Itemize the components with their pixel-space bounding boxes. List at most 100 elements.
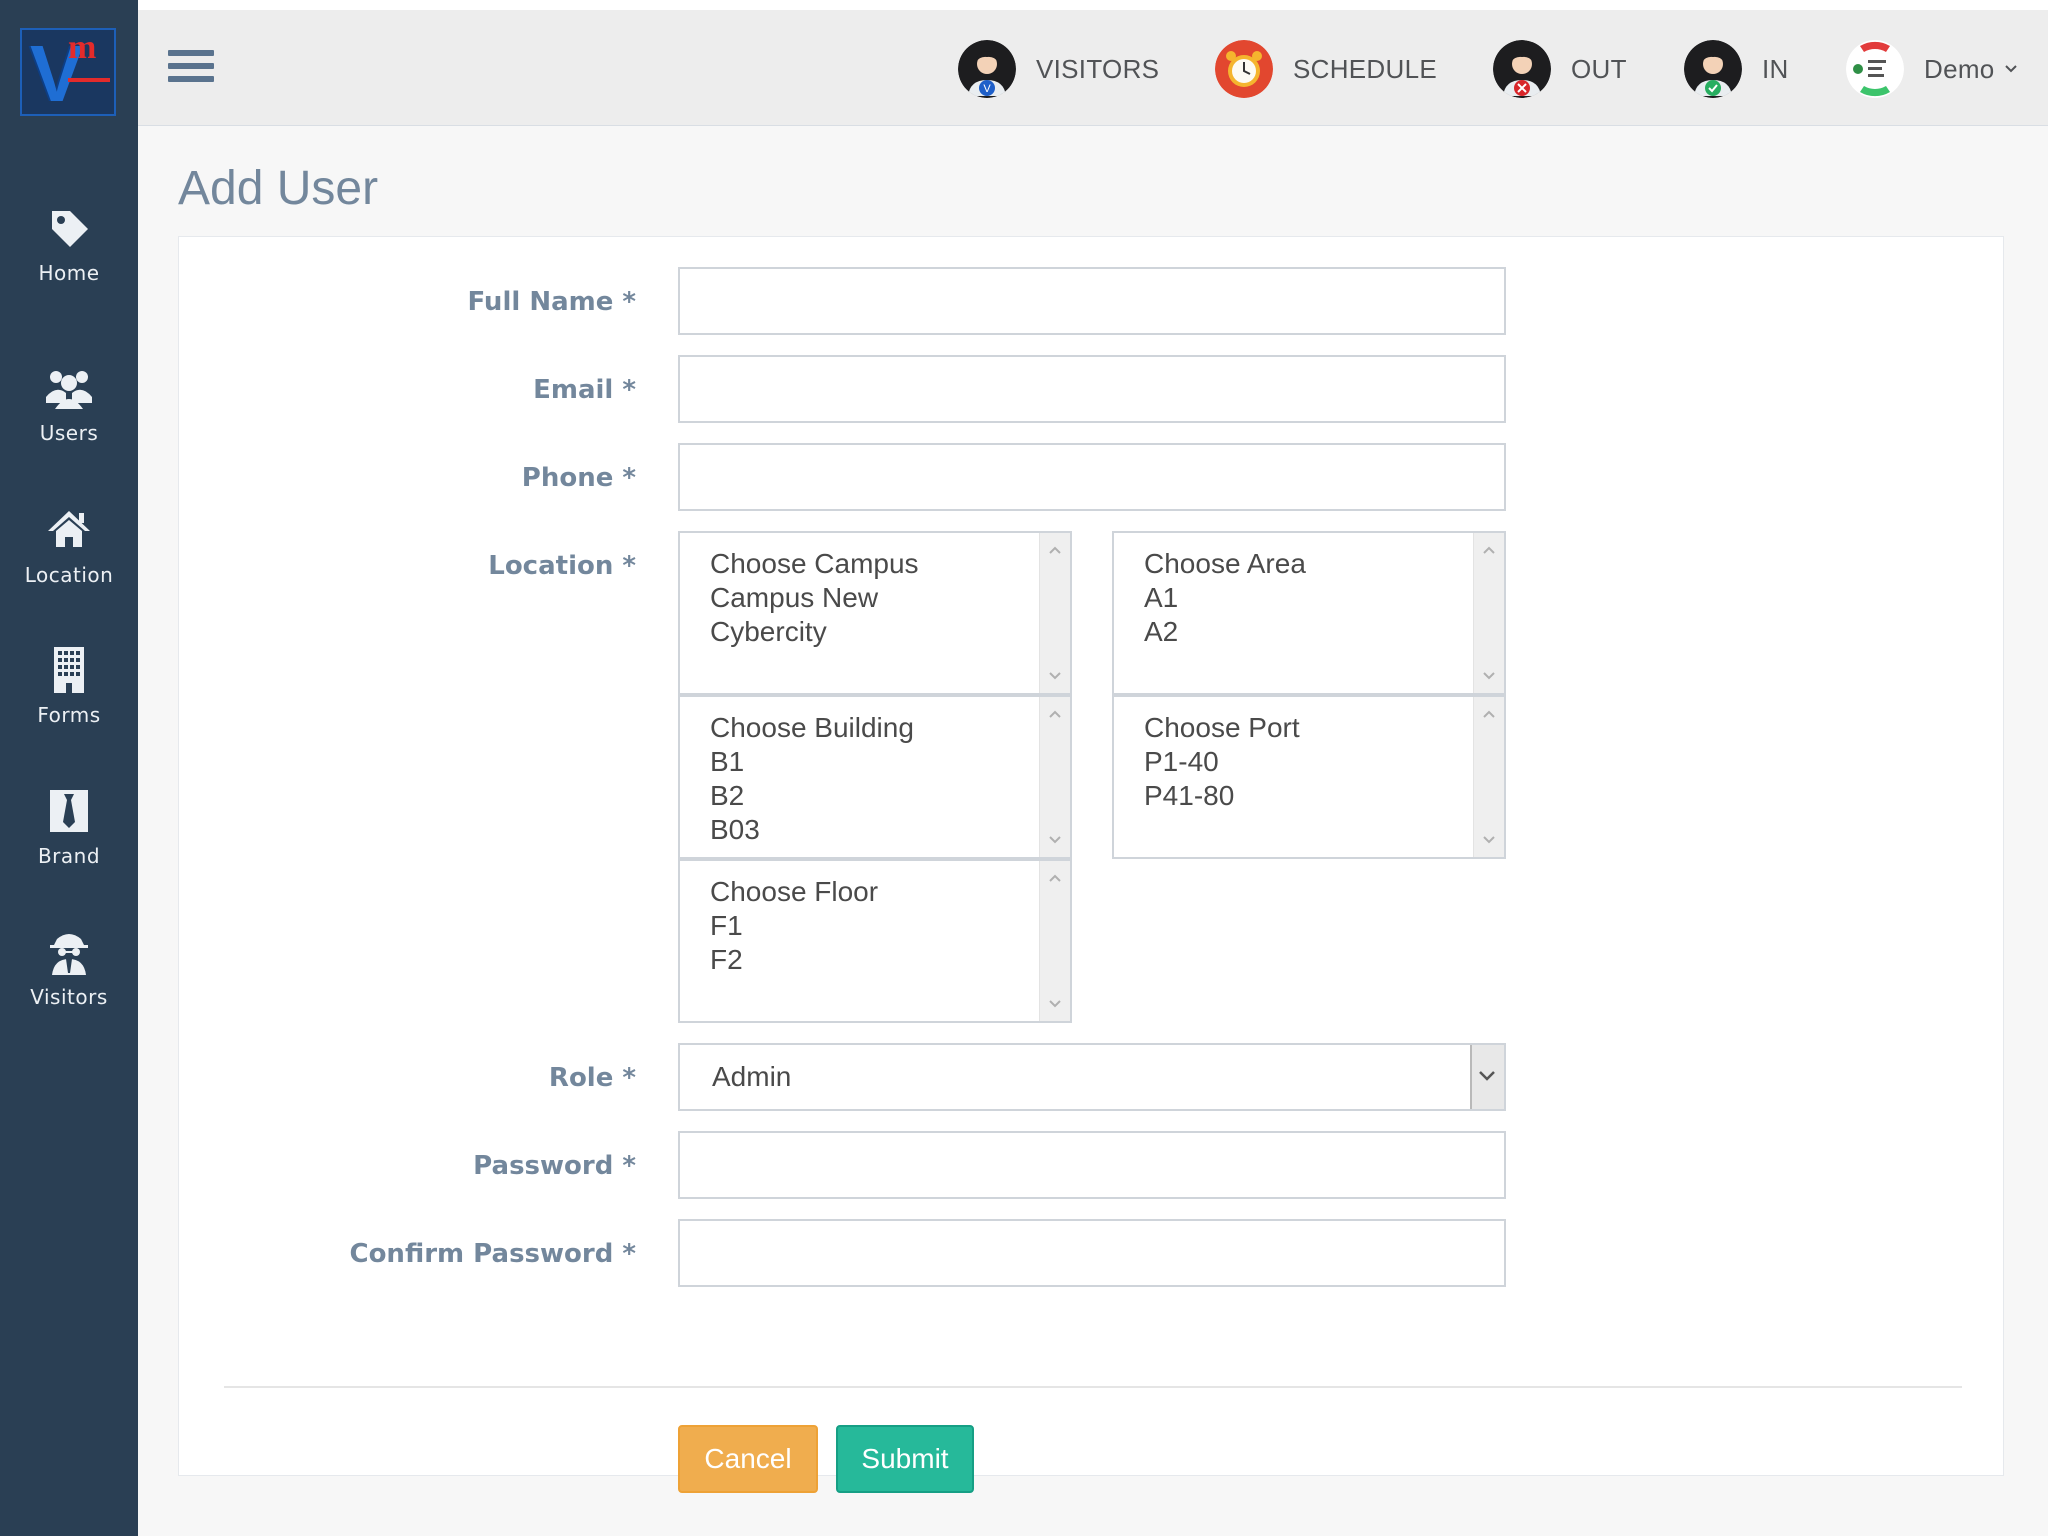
full-name-label: Full Name * bbox=[467, 287, 636, 317]
listbox-scrollbar[interactable] bbox=[1039, 533, 1070, 693]
scroll-down-icon[interactable] bbox=[1482, 835, 1496, 845]
page-title: Add User bbox=[178, 162, 379, 215]
listbox-scrollbar[interactable] bbox=[1039, 697, 1070, 857]
logo-superscript: m bbox=[68, 29, 97, 66]
port-listbox[interactable]: Choose Port P1-40 P41-80 bbox=[1112, 695, 1506, 859]
topnav-label: IN bbox=[1762, 53, 1789, 84]
topnav-label: OUT bbox=[1571, 53, 1627, 84]
topnav-in[interactable]: IN bbox=[1684, 38, 1789, 100]
user-profile-menu[interactable]: Demo bbox=[1846, 38, 2019, 100]
sidebar-item-brand[interactable]: Brand bbox=[0, 786, 138, 906]
sidebar-item-label: Location bbox=[24, 563, 114, 587]
list-option[interactable]: P1-40 bbox=[1144, 745, 1300, 779]
topnav-visitors[interactable]: V VISITORS bbox=[958, 38, 1159, 100]
phone-label: Phone * bbox=[521, 463, 636, 493]
listbox-scrollbar[interactable] bbox=[1473, 533, 1504, 693]
list-option[interactable]: B03 bbox=[710, 813, 914, 847]
form-divider bbox=[224, 1386, 1962, 1388]
sidebar-item-location[interactable]: Location bbox=[0, 505, 138, 625]
scroll-down-icon[interactable] bbox=[1482, 671, 1496, 681]
listbox-scrollbar[interactable] bbox=[1039, 861, 1070, 1021]
scroll-up-icon[interactable] bbox=[1482, 545, 1496, 555]
building-listbox[interactable]: Choose Building B1 B2 B03 bbox=[678, 695, 1072, 859]
checkin-avatar-icon bbox=[1684, 40, 1742, 98]
campus-listbox[interactable]: Choose Campus Campus New Cybercity bbox=[678, 531, 1072, 695]
tag-icon bbox=[52, 211, 88, 247]
list-option[interactable]: A1 bbox=[1144, 581, 1306, 615]
list-option[interactable]: F2 bbox=[710, 943, 878, 977]
chevron-down-icon bbox=[1479, 1071, 1495, 1081]
list-option[interactable]: Cybercity bbox=[710, 615, 919, 649]
sidebar-item-users[interactable]: Users bbox=[0, 363, 138, 483]
list-option[interactable]: Choose Campus bbox=[710, 547, 919, 581]
sidebar-item-forms[interactable]: Forms bbox=[0, 645, 138, 765]
alarm-clock-icon bbox=[1215, 40, 1273, 98]
checkout-avatar-icon bbox=[1493, 40, 1551, 98]
list-option[interactable]: P41-80 bbox=[1144, 779, 1300, 813]
list-option[interactable]: A2 bbox=[1144, 615, 1306, 649]
email-label: Email * bbox=[533, 375, 636, 405]
topnav-out[interactable]: OUT bbox=[1493, 38, 1627, 100]
tie-icon bbox=[50, 790, 88, 832]
listbox-scrollbar[interactable] bbox=[1473, 697, 1504, 857]
topnav-label: VISITORS bbox=[1036, 53, 1160, 84]
scroll-up-icon[interactable] bbox=[1048, 545, 1062, 555]
area-listbox[interactable]: Choose Area A1 A2 bbox=[1112, 531, 1506, 695]
svg-text:V: V bbox=[983, 83, 991, 95]
list-option[interactable]: Choose Port bbox=[1144, 711, 1300, 745]
phone-field[interactable] bbox=[678, 443, 1506, 511]
add-user-form-panel: Full Name * Email * Phone * Location * C… bbox=[178, 236, 2004, 1493]
list-option[interactable]: Campus New bbox=[710, 581, 919, 615]
list-option[interactable]: Choose Area bbox=[1144, 547, 1306, 581]
list-option[interactable]: Choose Building bbox=[710, 711, 914, 745]
scroll-up-icon[interactable] bbox=[1048, 873, 1062, 883]
role-select[interactable]: Admin bbox=[678, 1043, 1506, 1111]
floor-listbox[interactable]: Choose Floor F1 F2 bbox=[678, 859, 1072, 1023]
role-label: Role * bbox=[548, 1063, 636, 1093]
password-field[interactable] bbox=[678, 1131, 1506, 1199]
spy-icon bbox=[50, 934, 88, 975]
list-option[interactable]: B2 bbox=[710, 779, 914, 813]
confirm-password-label: Confirm Password * bbox=[349, 1239, 636, 1269]
users-icon bbox=[46, 371, 92, 409]
sidebar-item-label: Brand bbox=[37, 844, 101, 868]
list-option[interactable]: B1 bbox=[710, 745, 914, 779]
main-content: Add User Full Name * Email * Phone * Loc… bbox=[138, 126, 2048, 1536]
list-option[interactable]: Choose Floor bbox=[710, 875, 878, 909]
scroll-up-icon[interactable] bbox=[1048, 709, 1062, 719]
topnav-label: SCHEDULE bbox=[1293, 53, 1437, 84]
sidebar-item-label: Users bbox=[39, 421, 99, 445]
scroll-down-icon[interactable] bbox=[1048, 835, 1062, 845]
scroll-down-icon[interactable] bbox=[1048, 999, 1062, 1009]
visitor-avatar-icon: V bbox=[958, 40, 1016, 98]
list-option[interactable]: F1 bbox=[710, 909, 878, 943]
sidebar-item-home[interactable]: Home bbox=[0, 203, 138, 323]
confirm-password-field[interactable] bbox=[678, 1219, 1506, 1287]
scroll-down-icon[interactable] bbox=[1048, 671, 1062, 681]
submit-button[interactable]: Submit bbox=[836, 1425, 974, 1493]
full-name-field[interactable] bbox=[678, 267, 1506, 335]
sidebar-item-label: Home bbox=[38, 261, 100, 285]
top-navbar: V VISITORS SCHEDULE OUT IN Demo bbox=[138, 10, 2048, 126]
chevron-down-icon bbox=[2004, 65, 2017, 73]
password-label: Password * bbox=[473, 1151, 636, 1181]
topnav-schedule[interactable]: SCHEDULE bbox=[1215, 38, 1437, 100]
logo-underline bbox=[68, 78, 110, 82]
user-avatar-icon bbox=[1846, 40, 1904, 98]
building-icon bbox=[54, 647, 84, 693]
top-gap bbox=[138, 0, 2048, 10]
email-field[interactable] bbox=[678, 355, 1506, 423]
scroll-up-icon[interactable] bbox=[1482, 709, 1496, 719]
sidebar-item-visitors[interactable]: Visitors bbox=[0, 927, 138, 1047]
cancel-button[interactable]: Cancel bbox=[678, 1425, 818, 1493]
home-icon bbox=[48, 511, 90, 547]
menu-toggle-button[interactable] bbox=[168, 50, 214, 90]
app-logo[interactable]: V m bbox=[20, 28, 116, 118]
sidebar: V m Home Users Location Forms Brand Visi… bbox=[0, 0, 138, 1536]
sidebar-item-label: Visitors bbox=[30, 985, 108, 1009]
user-name: Demo bbox=[1924, 53, 1995, 84]
select-arrow-button[interactable] bbox=[1470, 1045, 1504, 1109]
sidebar-item-label: Forms bbox=[37, 703, 101, 727]
role-selected-value: Admin bbox=[712, 1061, 792, 1092]
location-label: Location * bbox=[488, 551, 636, 581]
